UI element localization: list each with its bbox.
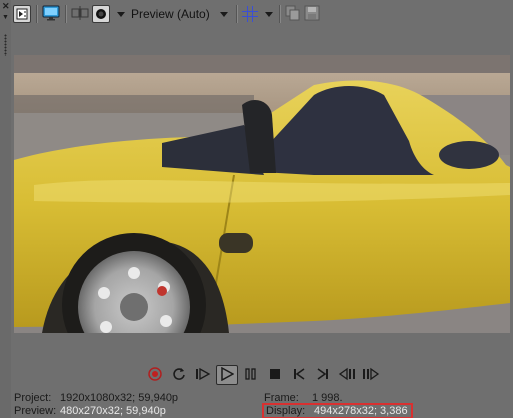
- go-to-start-button[interactable]: [288, 365, 310, 385]
- overlay-dropdown-icon[interactable]: [117, 11, 125, 17]
- preview-quality-dropdown[interactable]: Preview (Auto): [129, 4, 234, 24]
- play-button[interactable]: [216, 365, 238, 385]
- toolbar-separator: [36, 5, 37, 23]
- overlay-button[interactable]: [92, 4, 110, 24]
- copy-frame-icon: [285, 5, 301, 24]
- preview-toolbar: Preview (Auto): [13, 2, 513, 26]
- record-button[interactable]: [144, 365, 166, 385]
- go-to-end-button[interactable]: [312, 365, 334, 385]
- toolbar-separator: [65, 5, 66, 23]
- pause-button[interactable]: [240, 365, 262, 385]
- grid-button[interactable]: [241, 4, 258, 24]
- grid-icon: [241, 6, 258, 22]
- video-frame-image: [14, 55, 510, 333]
- drag-grip-icon[interactable]: [4, 34, 7, 56]
- loop-icon: [172, 367, 186, 384]
- toolbar-separator: [278, 5, 280, 23]
- grid-dropdown-icon[interactable]: [264, 11, 273, 17]
- copy-frame-button[interactable]: [285, 4, 301, 24]
- next-frame-button[interactable]: [360, 365, 382, 385]
- play-icon: [220, 366, 235, 384]
- toolbar-separator: [235, 5, 237, 23]
- preview-value: 480x270x32; 59,940p: [60, 405, 166, 417]
- preview-label: Preview:: [14, 405, 57, 417]
- play-from-start-icon: [195, 367, 211, 384]
- project-label: Project:: [14, 392, 52, 404]
- go-to-end-icon: [316, 367, 330, 384]
- loop-playback-button[interactable]: [168, 365, 190, 385]
- display-label: Display:: [266, 405, 306, 417]
- properties-button[interactable]: [13, 4, 31, 24]
- transport-controls: [144, 364, 384, 386]
- display-info: Display: 494x278x32; 3,386: [262, 403, 413, 418]
- video-preview[interactable]: [14, 55, 510, 333]
- split-screen-button[interactable]: [71, 4, 89, 24]
- previous-frame-icon: [338, 367, 356, 384]
- record-icon: [148, 366, 162, 384]
- close-icon[interactable]: ✕: [2, 2, 10, 11]
- overlay-icon: [92, 5, 110, 23]
- project-info: Project: 1920x1080x32; 59,940p: [14, 392, 178, 405]
- properties-icon: [13, 5, 31, 23]
- preview-quality-label: Preview (Auto): [131, 7, 210, 21]
- split-screen-icon: [71, 5, 89, 23]
- external-monitor-button[interactable]: [42, 4, 60, 24]
- preview-info: Preview: 480x270x32; 59,940p: [14, 405, 166, 418]
- chevron-down-icon[interactable]: ▼: [2, 14, 9, 21]
- project-value: 1920x1080x32; 59,940p: [60, 392, 179, 404]
- chevron-down-icon: [219, 11, 228, 17]
- go-to-start-icon: [292, 367, 306, 384]
- stop-icon: [269, 368, 281, 383]
- pause-icon: [244, 367, 258, 384]
- stop-button[interactable]: [264, 365, 286, 385]
- save-snapshot-button[interactable]: [304, 4, 320, 24]
- monitor-icon: [42, 5, 60, 24]
- play-from-start-button[interactable]: [192, 365, 214, 385]
- previous-frame-button[interactable]: [336, 365, 358, 385]
- next-frame-icon: [362, 367, 380, 384]
- save-snapshot-icon: [304, 5, 320, 24]
- dock-strip: ✕ ▼: [0, 0, 11, 418]
- display-value: 494x278x32; 3,386: [314, 405, 408, 417]
